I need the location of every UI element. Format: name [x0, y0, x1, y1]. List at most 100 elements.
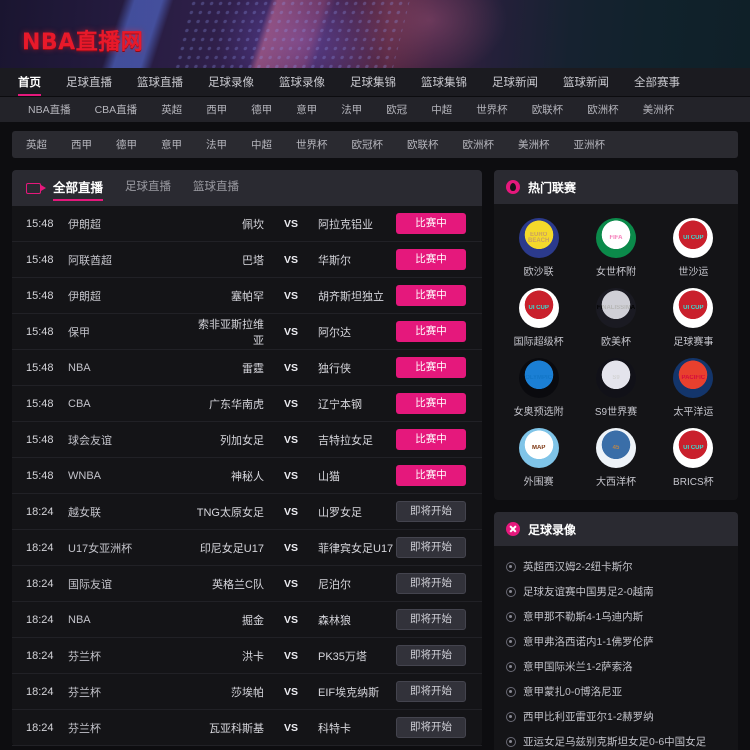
hot-league-item[interactable]: 45 大西洋杯 — [577, 428, 654, 488]
subnav-item-6[interactable]: 法甲 — [341, 102, 362, 117]
league-filter-3[interactable]: 意甲 — [161, 137, 182, 152]
live-tab-1[interactable]: 足球直播 — [125, 178, 171, 198]
league-filter-6[interactable]: 世界杯 — [296, 137, 328, 152]
match-row[interactable]: 15:48 阿联酋超 巴塔 VS 华斯尔 比赛中 — [12, 242, 482, 278]
hot-league-item[interactable]: UI CUP 国际超级杯 — [500, 288, 577, 348]
match-status-button[interactable]: 比赛中 — [396, 393, 466, 414]
replay-list-item[interactable]: 意甲弗洛西诺内1-1佛罗伦萨 — [494, 629, 738, 654]
match-row[interactable]: 18:24 越女联 TNG太原女足 VS 山罗女足 即将开始 — [12, 494, 482, 530]
replay-list-item[interactable]: 意甲国际米兰1-2萨索洛 — [494, 654, 738, 679]
league-filter-9[interactable]: 欧洲杯 — [463, 137, 495, 152]
league-filter-4[interactable]: 法甲 — [206, 137, 227, 152]
replay-list-item[interactable]: 西甲比利亚雷亚尔1-2赫罗纳 — [494, 704, 738, 729]
match-status-button[interactable]: 比赛中 — [396, 321, 466, 342]
nav-item-9[interactable]: 全部赛事 — [634, 69, 680, 96]
match-row[interactable]: 18:24 芬兰杯 莎埃帕 VS EIF埃克纳斯 即将开始 — [12, 674, 482, 710]
nav-item-0[interactable]: 首页 — [18, 69, 41, 96]
hot-league-item[interactable]: FINALISSIMA 欧美杯 — [577, 288, 654, 348]
hot-league-item[interactable]: S9 S9世界赛 — [577, 358, 654, 418]
match-row[interactable]: 18:24 U17女亚洲杯 印尼女足U17 VS 菲律宾女足U17 即将开始 — [12, 530, 482, 566]
match-row[interactable]: 15:48 CBA 广东华南虎 VS 辽宁本钢 比赛中 — [12, 386, 482, 422]
nav-item-6[interactable]: 篮球集锦 — [421, 69, 467, 96]
match-status-button[interactable]: 即将开始 — [396, 717, 466, 738]
nav-item-5[interactable]: 足球集锦 — [350, 69, 396, 96]
match-away-team: 科特卡 — [318, 722, 351, 735]
league-name: 女世杯附 — [595, 267, 636, 278]
league-filter-7[interactable]: 欧冠杯 — [352, 137, 384, 152]
league-filter-1[interactable]: 西甲 — [71, 137, 92, 152]
subnav-item-5[interactable]: 意甲 — [296, 102, 317, 117]
hot-league-item[interactable]: MAP 外围赛 — [500, 428, 577, 488]
nav-item-3[interactable]: 足球录像 — [208, 69, 254, 96]
match-status-button[interactable]: 即将开始 — [396, 573, 466, 594]
replay-list-item[interactable]: 英超西汉姆2-2纽卡斯尔 — [494, 554, 738, 579]
match-away-team: 独行侠 — [318, 362, 351, 375]
league-filter-5[interactable]: 中超 — [251, 137, 272, 152]
league-filter-2[interactable]: 德甲 — [116, 137, 137, 152]
match-status-button[interactable]: 比赛中 — [396, 465, 466, 486]
match-row[interactable]: 15:48 球会友谊 列加女足 VS 吉特拉女足 比赛中 — [12, 422, 482, 458]
site-logo[interactable]: NBA直播网 — [22, 24, 143, 56]
live-tab-2[interactable]: 篮球直播 — [193, 178, 239, 198]
hot-leagues-grid: EURO BEACH 欧沙联 FIFA 女世杯附 UI CUP 世沙运 UI CUP 国际超级… — [494, 204, 738, 500]
hot-league-item[interactable]: PACIFIC 太平洋运 — [655, 358, 732, 418]
hot-league-item[interactable]: OLYMPIC 女奥预选附 — [500, 358, 577, 418]
hot-league-item[interactable]: UI CUP BRICS杯 — [655, 428, 732, 488]
match-status-button[interactable]: 即将开始 — [396, 645, 466, 666]
match-status-button[interactable]: 比赛中 — [396, 357, 466, 378]
hot-league-item[interactable]: UI CUP 世沙运 — [655, 218, 732, 278]
subnav-item-0[interactable]: NBA直播 — [28, 102, 71, 117]
hot-league-item[interactable]: EURO BEACH 欧沙联 — [500, 218, 577, 278]
league-filter-8[interactable]: 欧联杯 — [407, 137, 439, 152]
match-status-button[interactable]: 即将开始 — [396, 537, 466, 558]
match-row[interactable]: 18:24 芬兰杯 洪卡 VS PK35万塔 即将开始 — [12, 638, 482, 674]
league-filter-0[interactable]: 英超 — [26, 137, 47, 152]
subnav-item-8[interactable]: 中超 — [431, 102, 452, 117]
match-row[interactable]: 18:24 NBA 掘金 VS 森林狼 即将开始 — [12, 602, 482, 638]
nav-item-8[interactable]: 篮球新闻 — [563, 69, 609, 96]
match-row[interactable]: 15:48 保甲 索非亚斯拉维亚 VS 阿尔达 比赛中 — [12, 314, 482, 350]
subnav-item-2[interactable]: 英超 — [161, 102, 182, 117]
match-row[interactable]: 15:48 NBA 雷霆 VS 独行侠 比赛中 — [12, 350, 482, 386]
replay-list-item[interactable]: 亚运女足乌兹别克斯坦女足0-6中国女足 — [494, 729, 738, 750]
match-status-button[interactable]: 比赛中 — [396, 213, 466, 234]
subnav-item-10[interactable]: 欧联杯 — [532, 102, 564, 117]
match-row[interactable]: 18:24 芬兰杯 瓦亚科斯基 VS 科特卡 即将开始 — [12, 710, 482, 746]
subnav-item-11[interactable]: 欧洲杯 — [587, 102, 619, 117]
hot-league-item[interactable]: UI CUP 足球赛事 — [655, 288, 732, 348]
league-logo-icon: MAP — [518, 428, 559, 468]
match-status-button[interactable]: 即将开始 — [396, 501, 466, 522]
match-row[interactable]: 18:24 国际友谊 英格兰C队 VS 尼泊尔 即将开始 — [12, 566, 482, 602]
subnav-item-4[interactable]: 德甲 — [251, 102, 272, 117]
hot-league-item[interactable]: FIFA 女世杯附 — [577, 218, 654, 278]
nav-item-7[interactable]: 足球新闻 — [492, 69, 538, 96]
replay-title: 意甲蒙扎0-0博洛尼亚 — [523, 686, 623, 698]
subnav-item-3[interactable]: 西甲 — [206, 102, 227, 117]
nav-item-4[interactable]: 篮球录像 — [279, 69, 325, 96]
live-tab-0[interactable]: 全部直播 — [53, 177, 104, 201]
match-home-team: 列加女足 — [220, 434, 264, 447]
league-name: 欧沙联 — [523, 267, 554, 278]
nav-item-2[interactable]: 篮球直播 — [137, 69, 183, 96]
replay-list-item[interactable]: 足球友谊赛中国男足2-0越南 — [494, 579, 738, 604]
league-name: 大西洋杯 — [595, 477, 636, 488]
match-row[interactable]: 15:48 WNBA 神秘人 VS 山猫 比赛中 — [12, 458, 482, 494]
match-status-button[interactable]: 即将开始 — [396, 681, 466, 702]
subnav-item-7[interactable]: 欧冠 — [386, 102, 407, 117]
subnav-item-12[interactable]: 美洲杯 — [643, 102, 675, 117]
match-status-button[interactable]: 即将开始 — [396, 609, 466, 630]
match-home-team: 神秘人 — [231, 470, 264, 483]
match-row[interactable]: 15:48 伊朗超 佩坎 VS 阿拉克铝业 比赛中 — [12, 206, 482, 242]
league-filter-11[interactable]: 亚洲杯 — [574, 137, 606, 152]
match-row[interactable]: 15:48 伊朗超 塞帕罕 VS 胡齐斯坦独立 比赛中 — [12, 278, 482, 314]
match-status-button[interactable]: 比赛中 — [396, 429, 466, 450]
match-status-button[interactable]: 比赛中 — [396, 285, 466, 306]
nav-item-1[interactable]: 足球直播 — [66, 69, 112, 96]
replay-list-item[interactable]: 意甲那不勒斯4-1乌迪内斯 — [494, 604, 738, 629]
subnav-item-1[interactable]: CBA直播 — [95, 102, 138, 117]
replay-list-item[interactable]: 意甲蒙扎0-0博洛尼亚 — [494, 679, 738, 704]
subnav-item-9[interactable]: 世界杯 — [476, 102, 508, 117]
match-status-button[interactable]: 比赛中 — [396, 249, 466, 270]
league-filter-10[interactable]: 美洲杯 — [518, 137, 550, 152]
match-time: 15:48 — [26, 253, 54, 266]
